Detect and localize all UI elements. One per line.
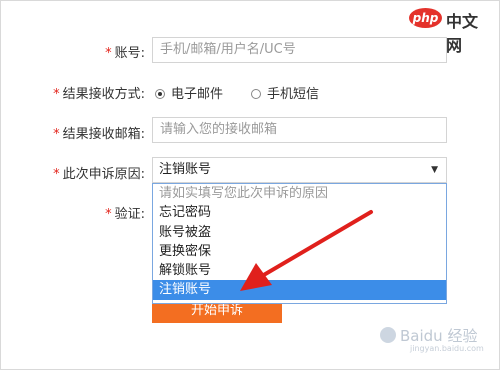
baidu-watermark: Baidu 经验 jingyan.baidu.com <box>380 325 484 353</box>
annotation-arrow-icon <box>240 210 373 291</box>
baidu-paw-icon <box>380 327 396 343</box>
watermark-subtext: jingyan.baidu.com <box>410 344 484 353</box>
